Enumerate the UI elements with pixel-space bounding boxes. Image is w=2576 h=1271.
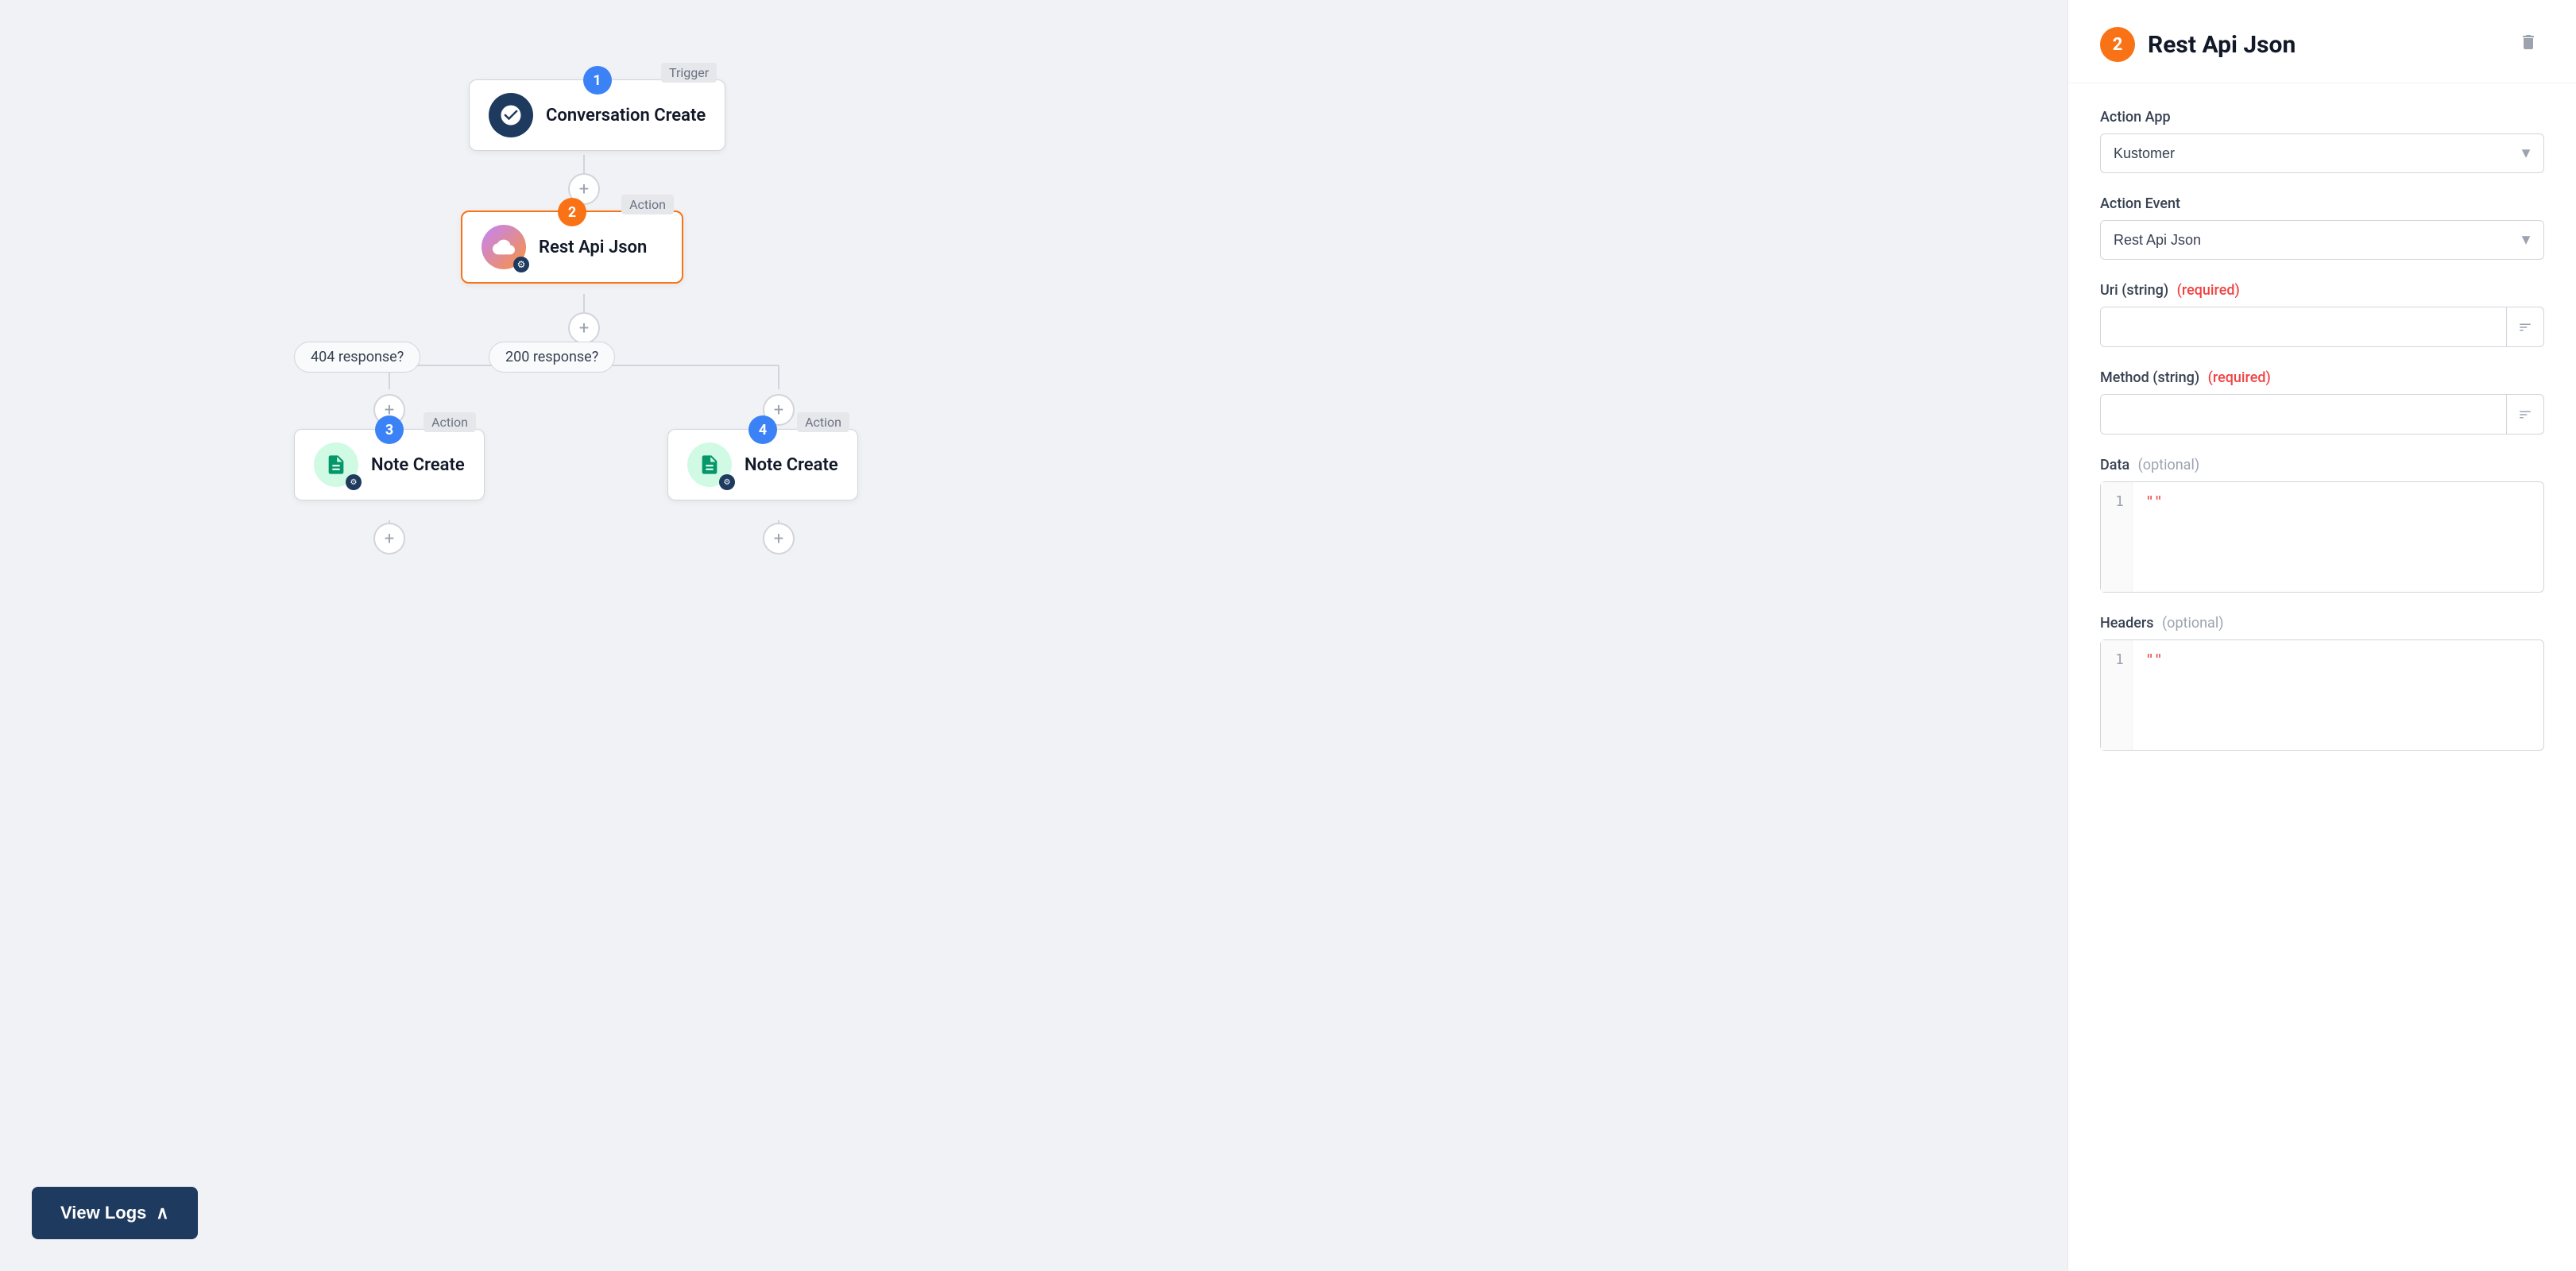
node-rest-api-json[interactable]: 2 Action ⚙ Rest Api Json	[461, 211, 683, 284]
action-event-group: Action Event Rest Api Json ▼	[2100, 195, 2544, 260]
headers-line-num: 1	[2101, 640, 2133, 750]
node-type-trigger: Trigger	[661, 63, 717, 83]
data-code-content[interactable]: ""	[2133, 482, 2176, 592]
step-badge-1: 1	[583, 66, 612, 95]
node-label-note-create-right: Note Create	[745, 455, 838, 475]
uri-required-text: (required)	[2177, 282, 2240, 299]
step-badge-2: 2	[558, 198, 586, 226]
view-logs-chevron: ∧	[156, 1203, 168, 1223]
panel-title: Rest Api Json	[2148, 31, 2500, 59]
add-btn-2[interactable]: +	[568, 312, 600, 344]
node-note-create-right[interactable]: 4 Action ⚙ Note Create	[667, 429, 858, 500]
icon-badge-3: ⚙	[346, 474, 362, 490]
icon-badge-4: ⚙	[719, 474, 735, 490]
action-app-select[interactable]: Kustomer	[2100, 133, 2544, 173]
headers-code-editor: 1 ""	[2100, 639, 2544, 751]
method-label: Method (string) (required)	[2100, 369, 2544, 386]
method-input[interactable]	[2101, 395, 2506, 434]
action-app-select-wrapper: Kustomer ▼	[2100, 133, 2544, 173]
headers-label: Headers (optional)	[2100, 615, 2544, 632]
data-optional-text: (optional)	[2138, 457, 2199, 473]
data-code-editor: 1 ""	[2100, 481, 2544, 593]
uri-side-button[interactable]	[2506, 307, 2543, 346]
data-label: Data (optional)	[2100, 457, 2544, 473]
uri-input-wrapper	[2100, 307, 2544, 347]
step-badge-3: 3	[375, 415, 404, 444]
view-logs-label: View Logs	[60, 1203, 146, 1223]
node-note-create-left[interactable]: 3 Action ⚙ Note Create	[294, 429, 485, 500]
headers-optional-text: (optional)	[2162, 615, 2223, 632]
action-event-select-wrapper: Rest Api Json ▼	[2100, 220, 2544, 260]
data-line-num: 1	[2101, 482, 2133, 592]
action-app-group: Action App Kustomer ▼	[2100, 109, 2544, 173]
method-required-text: (required)	[2208, 369, 2271, 386]
icon-badge-2: ⚙	[513, 257, 529, 272]
panel-step-badge: 2	[2100, 27, 2135, 62]
branch-label-404: 404 response?	[294, 342, 420, 373]
add-btn-bottom-left[interactable]: +	[373, 523, 405, 554]
data-field-group: Data (optional) 1 ""	[2100, 457, 2544, 593]
node-label-note-create-left: Note Create	[371, 455, 465, 475]
node-conversation-create[interactable]: 1 Trigger Conversation Create	[469, 79, 725, 151]
right-panel: 2 Rest Api Json Action App Kustomer ▼ Ac…	[2067, 0, 2576, 1271]
node-icon-note-create-right: ⚙	[687, 442, 732, 487]
node-type-action-3: Action	[424, 412, 476, 432]
uri-field-group: Uri (string) (required)	[2100, 282, 2544, 347]
node-label-conversation: Conversation Create	[546, 106, 706, 126]
action-app-label: Action App	[2100, 109, 2544, 126]
panel-header: 2 Rest Api Json	[2068, 0, 2576, 83]
node-type-action-2: Action	[621, 195, 674, 214]
view-logs-button[interactable]: View Logs ∧	[32, 1187, 198, 1239]
node-label-rest-api: Rest Api Json	[539, 238, 647, 257]
add-btn-bottom-right[interactable]: +	[763, 523, 795, 554]
method-field-group: Method (string) (required)	[2100, 369, 2544, 435]
action-event-label: Action Event	[2100, 195, 2544, 212]
headers-code-content[interactable]: ""	[2133, 640, 2176, 750]
action-event-select[interactable]: Rest Api Json	[2100, 220, 2544, 260]
canvas-area: 1 Trigger Conversation Create + 2 Action	[0, 0, 2067, 1271]
panel-delete-button[interactable]	[2512, 25, 2544, 64]
headers-field-group: Headers (optional) 1 ""	[2100, 615, 2544, 751]
branch-label-200: 200 response?	[489, 342, 615, 373]
uri-input[interactable]	[2101, 307, 2506, 346]
node-icon-note-create-left: ⚙	[314, 442, 358, 487]
flow-container: 1 Trigger Conversation Create + 2 Action	[0, 0, 2067, 1271]
step-badge-4: 4	[748, 415, 777, 444]
node-type-action-4: Action	[797, 412, 849, 432]
node-icon-rest-api: ⚙	[482, 225, 526, 269]
panel-body: Action App Kustomer ▼ Action Event Rest …	[2068, 83, 2576, 776]
uri-label: Uri (string) (required)	[2100, 282, 2544, 299]
connectors-svg	[0, 0, 2067, 1271]
method-side-button[interactable]	[2506, 395, 2543, 434]
method-input-wrapper	[2100, 394, 2544, 435]
node-icon-conversation	[489, 93, 533, 137]
